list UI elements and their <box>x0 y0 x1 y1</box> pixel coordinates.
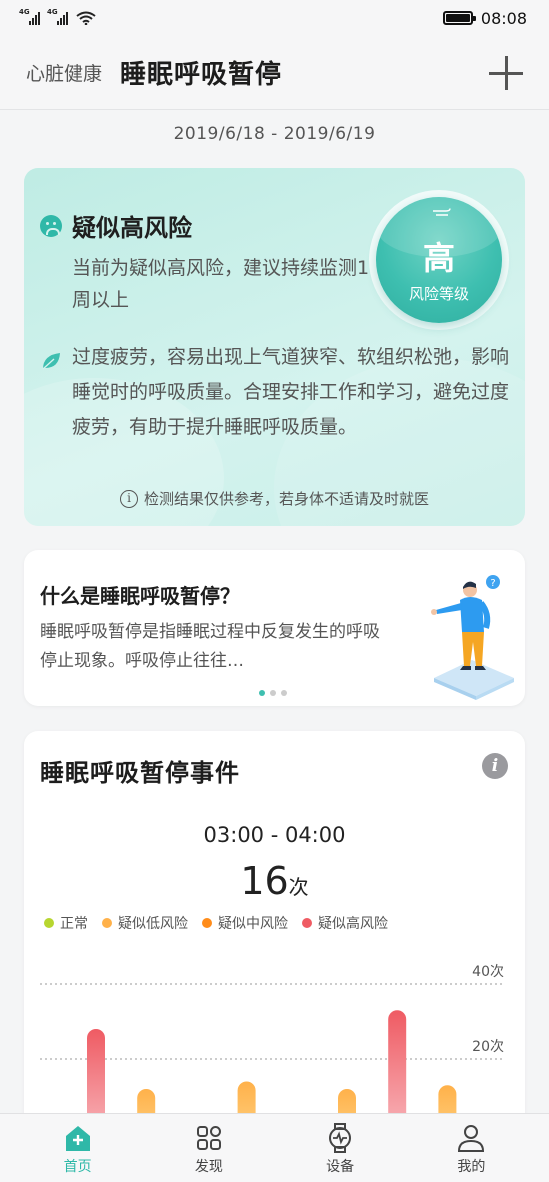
nav-home-label: 首页 <box>63 1159 92 1175</box>
risk-title: 疑似高风险 <box>72 214 192 242</box>
leaf-icon <box>42 353 60 370</box>
page-title: 睡眠呼吸暂停 <box>120 60 283 90</box>
carousel-dot[interactable] <box>259 690 265 696</box>
risk-level-label: 风险等级 <box>408 285 469 303</box>
events-title: 睡眠呼吸暂停事件 <box>40 759 240 787</box>
nav-discover-label: 发现 <box>194 1159 223 1175</box>
nav-devices[interactable]: 设备 <box>290 1114 390 1182</box>
watch-icon <box>329 1123 352 1153</box>
gridline-label: 40次 <box>472 964 504 980</box>
carousel-dots[interactable] <box>259 690 287 696</box>
legend-dot <box>102 918 112 928</box>
cellular-signal-icon: 4G <box>19 8 40 25</box>
home-icon <box>65 1126 90 1151</box>
legend-item: 疑似中风险 <box>202 913 288 933</box>
bottom-navigation: 首页 发现 设备 我的 <box>0 1113 549 1182</box>
event-count-number: 16 <box>240 859 289 903</box>
nav-me-label: 我的 <box>457 1159 486 1175</box>
legend-dot <box>302 918 312 928</box>
header: 心脏健康 睡眠呼吸暂停 <box>0 36 549 110</box>
wifi-icon <box>76 11 96 25</box>
info-outline-icon: i <box>119 489 138 508</box>
legend-label: 疑似高风险 <box>318 916 388 932</box>
legend-dot <box>202 918 212 928</box>
battery-icon <box>442 11 476 25</box>
info-icon[interactable]: i <box>482 753 508 779</box>
risk-level-badge: 高 风险等级 <box>376 197 502 323</box>
cellular-signal-icon: 4G <box>47 8 68 25</box>
legend-dot <box>44 918 54 928</box>
add-button[interactable] <box>489 56 523 90</box>
network-type-label: 4G <box>19 8 30 16</box>
breadcrumb[interactable]: 心脏健康 <box>26 59 102 86</box>
nav-devices-label: 设备 <box>326 1159 355 1175</box>
legend-label: 疑似低风险 <box>118 916 188 932</box>
status-bar: 4G 4G 08:08 <box>0 0 549 36</box>
legend-item: 正常 <box>44 913 88 933</box>
carousel-dot[interactable] <box>281 690 287 696</box>
risk-advice: 过度疲劳，容易出现上气道狭窄、软组织松弛，影响睡觉时的呼吸质量。合理安排工作和学… <box>72 346 510 438</box>
disclaimer: i 检测结果仅供参考，若身体不适请及时就医 <box>24 488 525 509</box>
events-card: 睡眠呼吸暂停事件 i 03:00 - 04:00 16次 正常 疑似低风险 疑似中风… <box>24 731 525 1131</box>
info-card[interactable]: 什么是睡眠呼吸暂停？ 睡眠呼吸暂停是指睡眠过程中反复发生的呼吸停止现象。呼吸停止… <box>24 550 525 706</box>
wind-icon <box>433 208 451 216</box>
disclaimer-text: 检测结果仅供参考，若身体不适请及时就医 <box>143 490 429 508</box>
risk-card: 疑似高风险 当前为疑似高风险，建议持续监测1周以上 高 风险等级 过度疲劳，容易… <box>24 168 525 526</box>
legend-item: 疑似高风险 <box>302 913 388 933</box>
event-count-unit: 次 <box>288 875 309 899</box>
nav-home[interactable]: 首页 <box>28 1114 128 1182</box>
events-bar-chart[interactable]: 40次 20次 <box>24 941 525 1131</box>
svg-text:?: ? <box>490 578 495 589</box>
risk-level: 高 <box>422 239 455 277</box>
network-type-label: 4G <box>47 8 58 16</box>
info-question: 什么是睡眠呼吸暂停？ <box>40 584 240 608</box>
person-icon <box>458 1125 485 1152</box>
sad-face-icon <box>40 214 62 237</box>
legend-label: 正常 <box>60 916 88 932</box>
clock: 08:08 <box>480 8 527 28</box>
date-range[interactable]: 2019/6/18 - 2019/6/19 <box>0 124 549 144</box>
info-description: 睡眠呼吸暂停是指睡眠过程中反复发生的呼吸停止现象。呼吸停止往往… <box>40 622 380 671</box>
selected-time-range: 03:00 - 04:00 <box>203 823 346 847</box>
risk-subtitle: 当前为疑似高风险，建议持续监测1周以上 <box>72 257 370 311</box>
nav-me[interactable]: 我的 <box>421 1114 521 1182</box>
gridline-label: 20次 <box>472 1039 504 1055</box>
carousel-dot[interactable] <box>270 690 276 696</box>
nav-discover[interactable]: 发现 <box>159 1114 259 1182</box>
legend-label: 疑似中风险 <box>218 916 288 932</box>
legend-item: 疑似低风险 <box>102 913 188 933</box>
event-count: 16次 <box>24 859 525 903</box>
person-question-illustration: ? <box>431 575 514 700</box>
grid-icon <box>196 1126 221 1150</box>
chart-legend: 正常 疑似低风险 疑似中风险 疑似高风险 <box>44 913 388 933</box>
